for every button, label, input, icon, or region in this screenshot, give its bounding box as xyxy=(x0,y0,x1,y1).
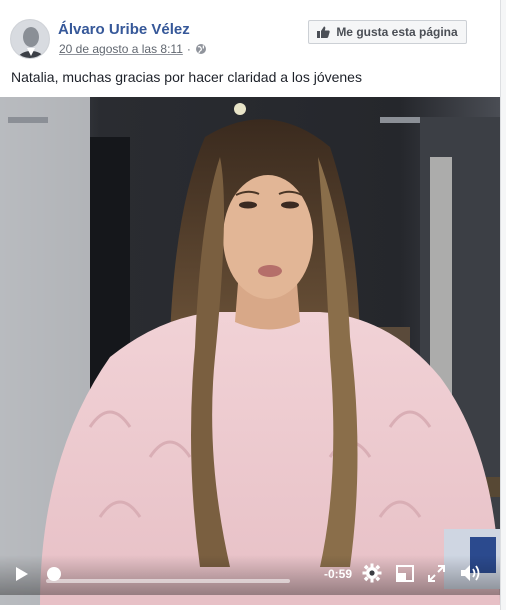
post-meta: 20 de agosto a las 8:11 · xyxy=(59,42,207,56)
fullscreen-icon[interactable] xyxy=(396,565,414,582)
progress-scrubber[interactable] xyxy=(46,566,62,582)
post-message: Natalia, muchas gracias por hacer clarid… xyxy=(11,69,362,85)
separator-dot: · xyxy=(186,42,191,56)
video-player[interactable] xyxy=(0,97,500,605)
avatar-portrait xyxy=(11,20,49,58)
volume-icon[interactable] xyxy=(460,564,482,582)
thumbs-up-icon xyxy=(317,26,331,38)
page-avatar[interactable] xyxy=(10,19,50,59)
post-card: Álvaro Uribe Vélez 20 de agosto a las 8:… xyxy=(0,0,501,610)
progress-track xyxy=(46,579,290,583)
card-footer-edge xyxy=(0,605,500,610)
page-name-link[interactable]: Álvaro Uribe Vélez xyxy=(58,21,190,38)
globe-icon[interactable] xyxy=(195,43,207,55)
post-timestamp[interactable]: 20 de agosto a las 8:11 xyxy=(59,42,183,56)
like-page-button[interactable]: Me gusta esta página xyxy=(308,20,467,44)
play-icon[interactable] xyxy=(14,566,30,582)
video-frame xyxy=(0,97,500,605)
time-remaining: -0:59 xyxy=(324,567,353,581)
like-page-label: Me gusta esta página xyxy=(336,25,458,39)
scroll-edge xyxy=(501,0,506,610)
settings-icon[interactable] xyxy=(362,563,382,583)
expand-icon[interactable] xyxy=(428,565,445,582)
progress-bar[interactable] xyxy=(46,571,290,583)
